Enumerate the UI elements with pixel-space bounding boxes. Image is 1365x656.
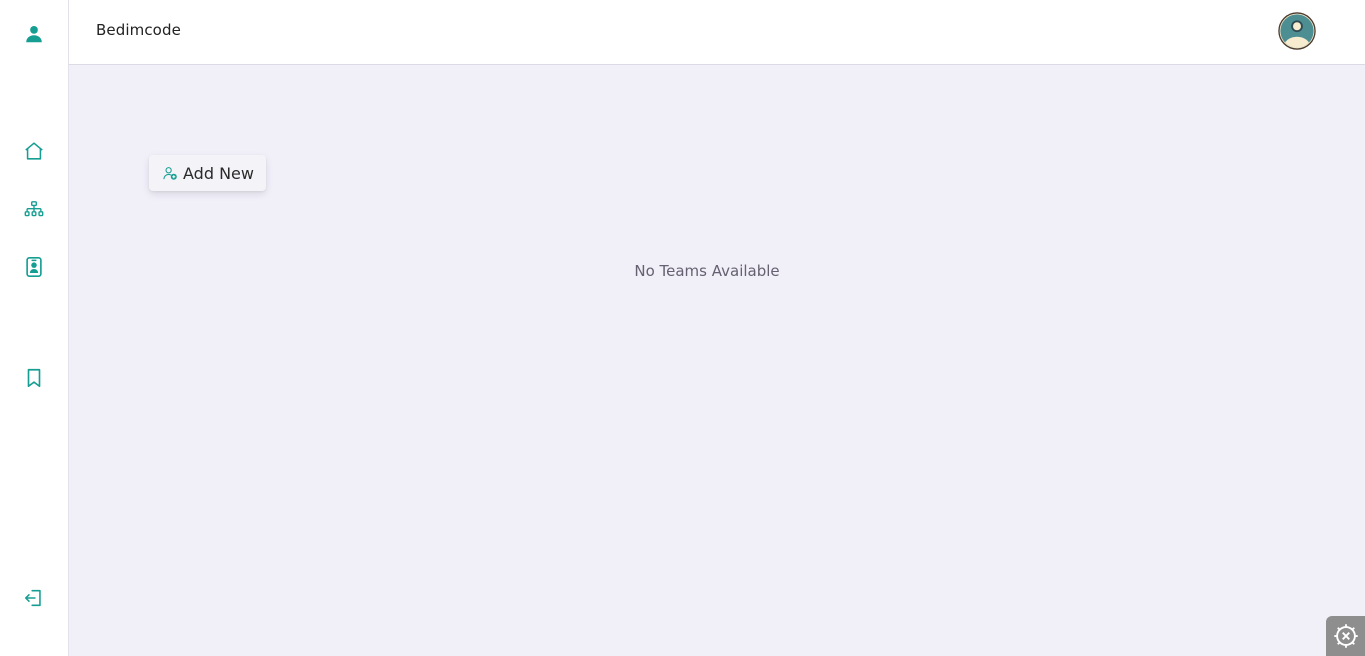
top-header: Bedimcode [69, 0, 1365, 65]
bookmark-icon[interactable] [22, 366, 46, 390]
brand-name: Bedimcode [96, 21, 181, 39]
user-icon[interactable] [22, 22, 46, 46]
user-add-icon [163, 166, 177, 180]
user-avatar-icon[interactable] [1278, 12, 1316, 50]
sitemap-icon[interactable] [22, 198, 46, 222]
gear-icon[interactable] [1326, 616, 1365, 656]
empty-state-message: No Teams Available [634, 262, 780, 280]
home-icon[interactable] [22, 139, 46, 163]
logout-icon[interactable] [22, 586, 46, 610]
add-new-button[interactable]: Add New [149, 155, 266, 191]
sidebar [0, 0, 69, 656]
main-content: Add New No Teams Available [69, 65, 1365, 656]
add-new-label: Add New [183, 163, 254, 183]
id-badge-icon[interactable] [22, 255, 46, 279]
